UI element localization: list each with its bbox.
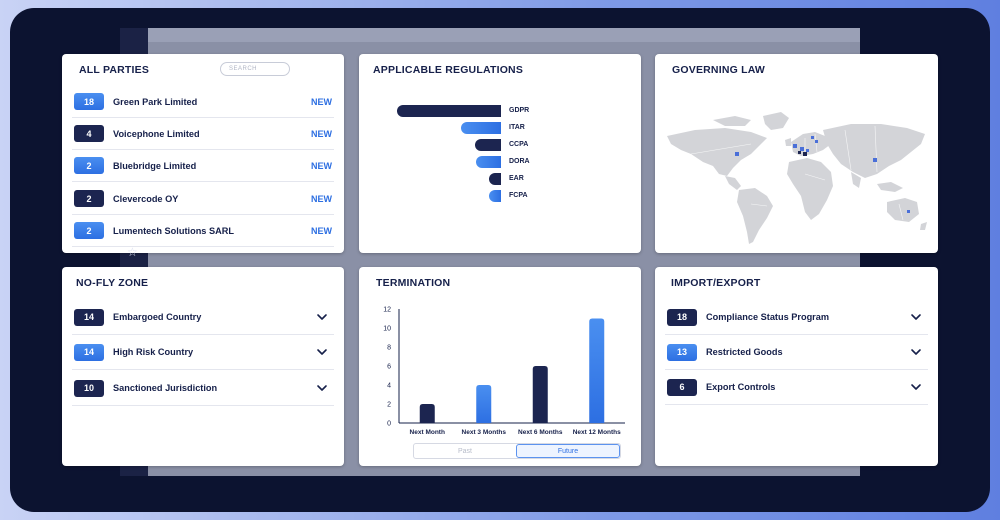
list-item[interactable]: 18 Green Park Limited NEW: [72, 86, 334, 118]
y-tick-label: 6: [387, 364, 391, 371]
list-item[interactable]: 4 Voicephone Limited NEW: [72, 118, 334, 150]
count-badge: 2: [74, 222, 104, 239]
regulation-bar[interactable]: [488, 190, 501, 202]
accordion-item[interactable]: 6 Export Controls: [665, 370, 928, 405]
import-export-card: IMPORT/EXPORT 18 Compliance Status Progra…: [655, 267, 938, 466]
y-tick-label: 12: [383, 307, 391, 314]
count-badge: 2: [74, 190, 104, 207]
regulations-card: APPLICABLE REGULATIONS GDPR ITAR CCPA DORA E…: [359, 54, 641, 253]
list-item[interactable]: 2 Bluebridge Limited NEW: [72, 150, 334, 182]
regulation-label: DORA: [509, 158, 530, 165]
no-fly-zone-title: NO-FLY ZONE: [76, 277, 149, 289]
toggle-future[interactable]: Future: [516, 444, 620, 458]
count-badge: 13: [667, 343, 697, 361]
count-badge: 6: [667, 378, 697, 396]
regulation-label: EAR: [509, 175, 524, 182]
toggle-past[interactable]: Past: [414, 444, 516, 458]
regulation-bar[interactable]: [397, 105, 501, 117]
accordion-item[interactable]: 14 High Risk Country: [72, 335, 334, 370]
regulation-bar[interactable]: [475, 139, 501, 151]
status-badge: NEW: [311, 225, 332, 236]
party-name: Voicephone Limited: [113, 128, 200, 139]
termination-bar[interactable]: [532, 366, 548, 423]
regulation-label: CCPA: [509, 141, 529, 148]
search-input[interactable]: SEARCH: [220, 62, 290, 76]
termination-bar[interactable]: [476, 385, 492, 423]
item-name: Restricted Goods: [706, 347, 783, 357]
item-name: Sanctioned Jurisdiction: [113, 383, 218, 393]
count-badge: 14: [74, 343, 104, 361]
count-badge: 2: [74, 157, 104, 174]
item-name: High Risk Country: [113, 347, 194, 357]
y-tick-label: 0: [387, 421, 391, 428]
item-name: Export Controls: [706, 382, 776, 392]
regulation-label: ITAR: [509, 124, 525, 131]
count-badge: 18: [74, 93, 104, 110]
y-tick-label: 2: [387, 402, 391, 409]
all-parties-title: ALL PARTIES: [79, 64, 150, 76]
count-badge: 4: [74, 125, 104, 142]
count-badge: 10: [74, 379, 104, 397]
regulation-bar[interactable]: [461, 122, 501, 134]
app-top-bar: [148, 28, 860, 42]
chevron-down-icon[interactable]: [908, 309, 924, 325]
party-name: Green Park Limited: [113, 96, 198, 107]
termination-chart: 0 2 4 6 8 10 12 Next Month Next 3 Months Next 6 M…: [383, 307, 625, 436]
regulation-bar[interactable]: [476, 156, 501, 168]
status-badge: NEW: [311, 128, 332, 139]
accordion-item[interactable]: 14 Embargoed Country: [72, 300, 334, 335]
status-badge: NEW: [311, 160, 332, 171]
x-tick-label: Next 6 Months: [518, 429, 563, 436]
x-tick-label: Next Month: [410, 429, 445, 436]
party-name: Bluebridge Limited: [113, 160, 197, 171]
termination-bar[interactable]: [419, 404, 435, 423]
no-fly-zone-card: NO-FLY ZONE 14 Embargoed Country 14 High Ri…: [62, 267, 344, 466]
status-badge: NEW: [311, 96, 332, 107]
chevron-down-icon[interactable]: [314, 309, 330, 325]
termination-bar[interactable]: [589, 318, 605, 424]
regulation-label: FCPA: [509, 192, 528, 199]
chevron-down-icon[interactable]: [314, 344, 330, 360]
termination-card: TERMINATION 0 2 4 6 8 10 12 Next Month Next 3 Mo…: [359, 267, 641, 466]
y-tick-label: 8: [387, 345, 391, 352]
past-future-toggle[interactable]: Past Future: [413, 443, 621, 459]
chevron-down-icon[interactable]: [908, 344, 924, 360]
party-name: Lumentech Solutions SARL: [113, 225, 234, 236]
regulations-title: APPLICABLE REGULATIONS: [373, 64, 524, 76]
world-map[interactable]: [655, 54, 938, 253]
count-badge: 14: [74, 308, 104, 326]
status-badge: NEW: [311, 193, 332, 204]
star-icon[interactable]: ☆: [127, 245, 138, 259]
regulation-bar[interactable]: [488, 173, 501, 185]
chevron-down-icon[interactable]: [314, 380, 330, 396]
governing-law-card: GOVERNING LAW: [655, 54, 938, 253]
x-tick-label: Next 12 Months: [573, 429, 621, 436]
list-item[interactable]: 2 Lumentech Solutions SARL NEW: [72, 215, 334, 247]
party-name: Clevercode OY: [113, 193, 179, 204]
regulation-label: GDPR: [509, 107, 530, 114]
all-parties-card: ALL PARTIES SEARCH 18 Green Park Limited N…: [62, 54, 344, 253]
accordion-item[interactable]: 18 Compliance Status Program: [665, 300, 928, 335]
accordion-item[interactable]: 13 Restricted Goods: [665, 335, 928, 370]
import-export-title: IMPORT/EXPORT: [671, 277, 761, 289]
item-name: Embargoed Country: [113, 312, 202, 322]
item-name: Compliance Status Program: [706, 312, 830, 322]
x-tick-label: Next 3 Months: [462, 429, 507, 436]
accordion-item[interactable]: 10 Sanctioned Jurisdiction: [72, 371, 334, 406]
chevron-down-icon[interactable]: [908, 379, 924, 395]
count-badge: 18: [667, 308, 697, 326]
y-tick-label: 10: [383, 326, 391, 333]
list-item[interactable]: 2 Clevercode OY NEW: [72, 183, 334, 215]
y-tick-label: 4: [387, 383, 391, 390]
